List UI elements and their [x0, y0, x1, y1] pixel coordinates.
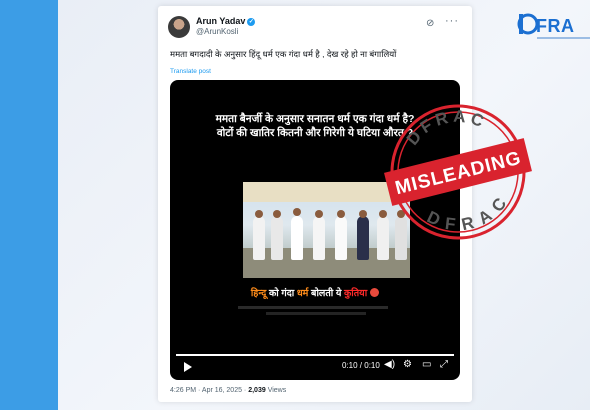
person-head [255, 210, 263, 218]
author-name[interactable]: Arun Yadav ✓ [196, 16, 256, 26]
person-head [337, 210, 345, 218]
faint-caption [238, 306, 388, 309]
video-subtitle: हिन्दू को गंदा धर्म बोलती ये कुतिया [170, 286, 460, 299]
author-handle[interactable]: @ArunKosli [196, 27, 238, 36]
person-figure [335, 216, 347, 260]
subtitle-word: हिन्दू [250, 288, 267, 299]
logo-text: FRA [536, 16, 575, 36]
logo-underline [537, 37, 590, 39]
progress-fill [176, 354, 454, 356]
views-label: Views [265, 387, 287, 394]
person-figure [271, 216, 283, 260]
faint-caption [266, 312, 366, 315]
subtitle-word: को गंदा [266, 288, 297, 299]
person-figure [377, 216, 389, 260]
video-frame-image [243, 182, 410, 278]
grok-icon[interactable]: ⊘ [426, 18, 434, 29]
progress-track [176, 354, 454, 356]
verified-badge-icon: ✓ [247, 18, 256, 26]
person-head [293, 208, 301, 216]
author-name-text[interactable]: Arun Yadav [196, 16, 245, 26]
views-count: 2,039 [248, 387, 266, 394]
tweet-text: ममता बगदादी के अनुसार हिंदू धर्म एक गंदा… [170, 49, 397, 59]
person-head [273, 210, 281, 218]
translate-post-link[interactable]: Translate post [170, 68, 211, 75]
left-accent-band [0, 0, 58, 410]
subtitle-word: कुतिया [344, 288, 368, 299]
more-icon[interactable]: ··· [445, 15, 459, 27]
subtitle-word: बोलती ये [308, 288, 345, 299]
fullscreen-icon[interactable]: ⤢ [440, 359, 448, 370]
person-figure [313, 216, 325, 260]
person-head [315, 210, 323, 218]
settings-icon[interactable]: ⚙ [403, 359, 412, 370]
video-time: 0:10 / 0:10 [342, 361, 380, 370]
stage-banner [243, 182, 410, 202]
subtitle-word: धर्म [296, 288, 309, 299]
tweet-timestamp[interactable]: 4:26 PM · Apr 16, 2025 · [170, 387, 248, 394]
person-figure [357, 216, 369, 260]
tweet-meta: 4:26 PM · Apr 16, 2025 · 2,039 Views [170, 387, 286, 394]
expand-icon[interactable]: ▭ [422, 359, 431, 370]
logo-mark-stem [519, 14, 523, 34]
person-head [379, 210, 387, 218]
person-figure [291, 216, 303, 260]
volume-icon[interactable]: ◀) [384, 359, 395, 370]
person-head [359, 210, 367, 218]
avatar[interactable] [168, 16, 190, 38]
angry-emoji-icon [370, 288, 380, 297]
person-figure [253, 216, 265, 260]
play-icon[interactable] [184, 362, 192, 372]
